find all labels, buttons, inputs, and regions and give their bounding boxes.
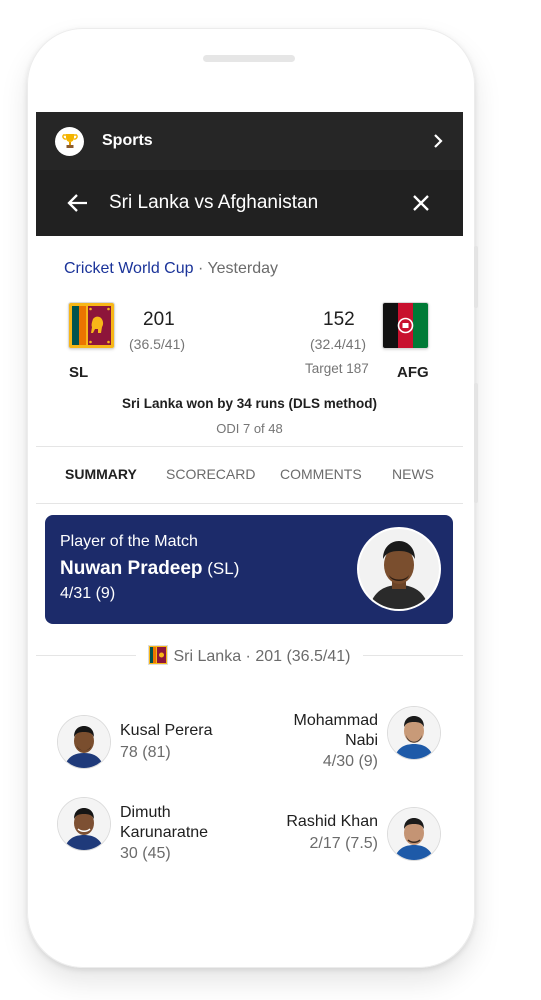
sports-bar[interactable]: Sports [36, 112, 463, 170]
screen: Sports Sri Lanka vs Afghanistan Cricket … [36, 112, 463, 872]
player-stat-rashid-khan: 2/17 (7.5) [309, 835, 378, 852]
player-avatar-mohammad-nabi[interactable] [388, 707, 440, 759]
player-name-rashid-khan[interactable]: Rashid Khan [262, 812, 378, 832]
away-target: Target 187 [305, 361, 369, 376]
competition-link[interactable]: Cricket World Cup [64, 260, 194, 277]
potm-photo [359, 529, 439, 609]
tab-summary[interactable]: SUMMARY [65, 466, 137, 482]
player-name-line-2: Nabi [345, 732, 378, 749]
player-stat-kusal-perera: 78 (81) [120, 744, 171, 761]
potm-name-line: Nuwan Pradeep (SL) [60, 558, 239, 580]
competition-line: Cricket World Cup · Yesterday [64, 260, 278, 278]
player-stat-mohammad-nabi: 4/30 (9) [322, 753, 378, 770]
innings-header: Sri Lanka · 201 (36.5/41) [36, 646, 463, 666]
player-name-mohammad-nabi[interactable]: Mohammad Nabi [272, 711, 378, 751]
afghanistan-flag [383, 303, 428, 348]
player-stat-dimuth-karunaratne: 30 (45) [120, 845, 171, 862]
innings-summary: Sri Lanka · 201 (36.5/41) [173, 648, 351, 665]
close-icon[interactable] [412, 194, 430, 212]
separator: · [193, 260, 208, 277]
player-avatar-kusal-perera[interactable] [58, 716, 110, 768]
series-info: ODI 7 of 48 [216, 421, 283, 436]
potm-label: Player of the Match [60, 533, 198, 550]
sri-lanka-flag-icon [148, 646, 167, 664]
player-name-kusal-perera[interactable]: Kusal Perera [120, 721, 213, 741]
home-score: 201 [143, 309, 175, 330]
tab-comments[interactable]: COMMENTS [280, 466, 362, 482]
player-avatar-rashid-khan[interactable] [388, 808, 440, 860]
trophy-icon [55, 126, 84, 156]
player-name-dimuth-karunaratne[interactable]: Dimuth Karunaratne [120, 803, 208, 843]
potm-name: Nuwan Pradeep [60, 558, 203, 579]
sri-lanka-flag [69, 303, 114, 348]
potm-stat: 4/31 (9) [60, 585, 116, 602]
tab-scorecard[interactable]: SCORECARD [166, 466, 255, 482]
phone-speaker [203, 55, 295, 62]
match-title: Sri Lanka vs Afghanistan [109, 192, 319, 213]
chevron-right-icon[interactable] [431, 133, 445, 149]
home-team-abbr: SL [69, 364, 89, 381]
match-header: Sri Lanka vs Afghanistan [36, 170, 463, 236]
match-result: Sri Lanka won by 34 runs (DLS method) [121, 396, 378, 411]
sports-title: Sports [102, 132, 153, 149]
away-score: 152 [323, 309, 355, 330]
player-of-the-match-card[interactable]: Player of the Match Nuwan Pradeep (SL) 4… [45, 515, 453, 624]
arrow-left-icon[interactable] [67, 193, 89, 213]
player-name-line-1: Dimuth [120, 804, 171, 821]
phone-power-button [474, 383, 478, 503]
phone-volume-button [474, 246, 478, 308]
home-overs: (36.5/41) [129, 336, 186, 352]
player-avatar-dimuth-karunaratne[interactable] [58, 798, 110, 850]
away-team-abbr: AFG [397, 364, 429, 381]
match-date: Yesterday [207, 260, 279, 277]
player-name-line-2: Karunaratne [120, 824, 209, 841]
tab-news[interactable]: NEWS [392, 466, 434, 482]
tab-bar: SUMMARY SCORECARD COMMENTS NEWS [36, 446, 463, 504]
potm-team: (SL) [202, 559, 240, 578]
away-overs: (32.4/41) [310, 336, 367, 352]
match-summary: Cricket World Cup · Yesterday 201 (36.5/… [36, 236, 463, 446]
player-name-line-1: Mohammad [293, 712, 378, 729]
